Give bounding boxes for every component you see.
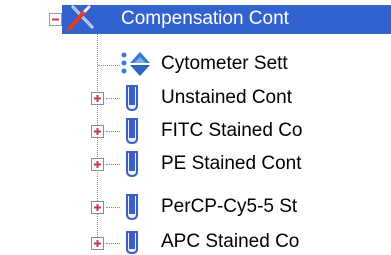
tree-guide-line <box>106 164 120 165</box>
tree-guide-line <box>98 65 120 66</box>
tree-node-label[interactable]: FITC Stained Co <box>161 115 391 147</box>
plus-icon <box>94 95 101 102</box>
tree-node-label[interactable]: Unstained Cont <box>161 82 391 114</box>
collapse-toggle[interactable] <box>49 13 62 26</box>
tube-icon <box>126 85 138 112</box>
tree-node-label[interactable]: APC Stained Co <box>161 226 391 255</box>
tube-icon <box>126 194 138 221</box>
cytometer-settings-icon <box>121 52 150 76</box>
experiment-tree: Compensation Cont Cytometer Sett Unstain… <box>0 0 391 255</box>
tube-icon <box>126 231 138 254</box>
expand-toggle[interactable] <box>91 92 104 105</box>
expand-toggle[interactable] <box>91 125 104 138</box>
tree-node-label[interactable]: Cytometer Sett <box>161 48 391 80</box>
minus-icon <box>52 18 59 21</box>
compensation-tools-icon <box>67 5 94 31</box>
plus-icon <box>94 161 101 168</box>
expand-toggle[interactable] <box>91 201 104 214</box>
tree-node-label[interactable]: Compensation Cont <box>121 3 391 35</box>
tree-guide-line <box>106 207 120 208</box>
tree-guide-line <box>106 243 120 244</box>
tree-node-label[interactable]: PE Stained Cont <box>161 148 391 180</box>
tube-icon <box>126 118 138 145</box>
expand-toggle[interactable] <box>91 237 104 250</box>
tree-guide-line <box>106 131 120 132</box>
tree-node-label[interactable]: PerCP-Cy5-5 St <box>161 191 391 223</box>
plus-icon <box>94 204 101 211</box>
tree-guide-line <box>106 98 120 99</box>
plus-icon <box>94 240 101 247</box>
plus-icon <box>94 128 101 135</box>
tube-icon <box>126 151 138 178</box>
expand-toggle[interactable] <box>91 158 104 171</box>
